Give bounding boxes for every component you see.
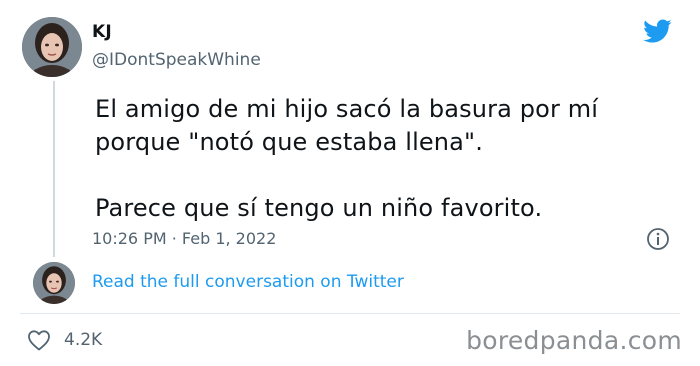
- divider: [20, 313, 680, 314]
- like-count[interactable]: 4.2K: [64, 330, 102, 350]
- author-avatar[interactable]: [22, 17, 82, 77]
- read-conversation-link[interactable]: Read the full conversation on Twitter: [92, 272, 404, 292]
- tweet-text: El amigo de mi hijo sacó la basura por m…: [95, 95, 599, 222]
- twitter-bird-icon[interactable]: [640, 16, 674, 46]
- info-icon[interactable]: [646, 227, 670, 251]
- thread-line: [53, 81, 55, 257]
- author-handle[interactable]: @IDontSpeakWhine: [92, 50, 261, 70]
- heart-icon[interactable]: [27, 329, 51, 351]
- author-name[interactable]: KJ: [92, 22, 112, 42]
- watermark: boredpanda.com: [466, 326, 682, 355]
- reply-avatar[interactable]: [33, 262, 75, 304]
- tweet-timestamp[interactable]: 10:26 PM · Feb 1, 2022: [92, 229, 276, 248]
